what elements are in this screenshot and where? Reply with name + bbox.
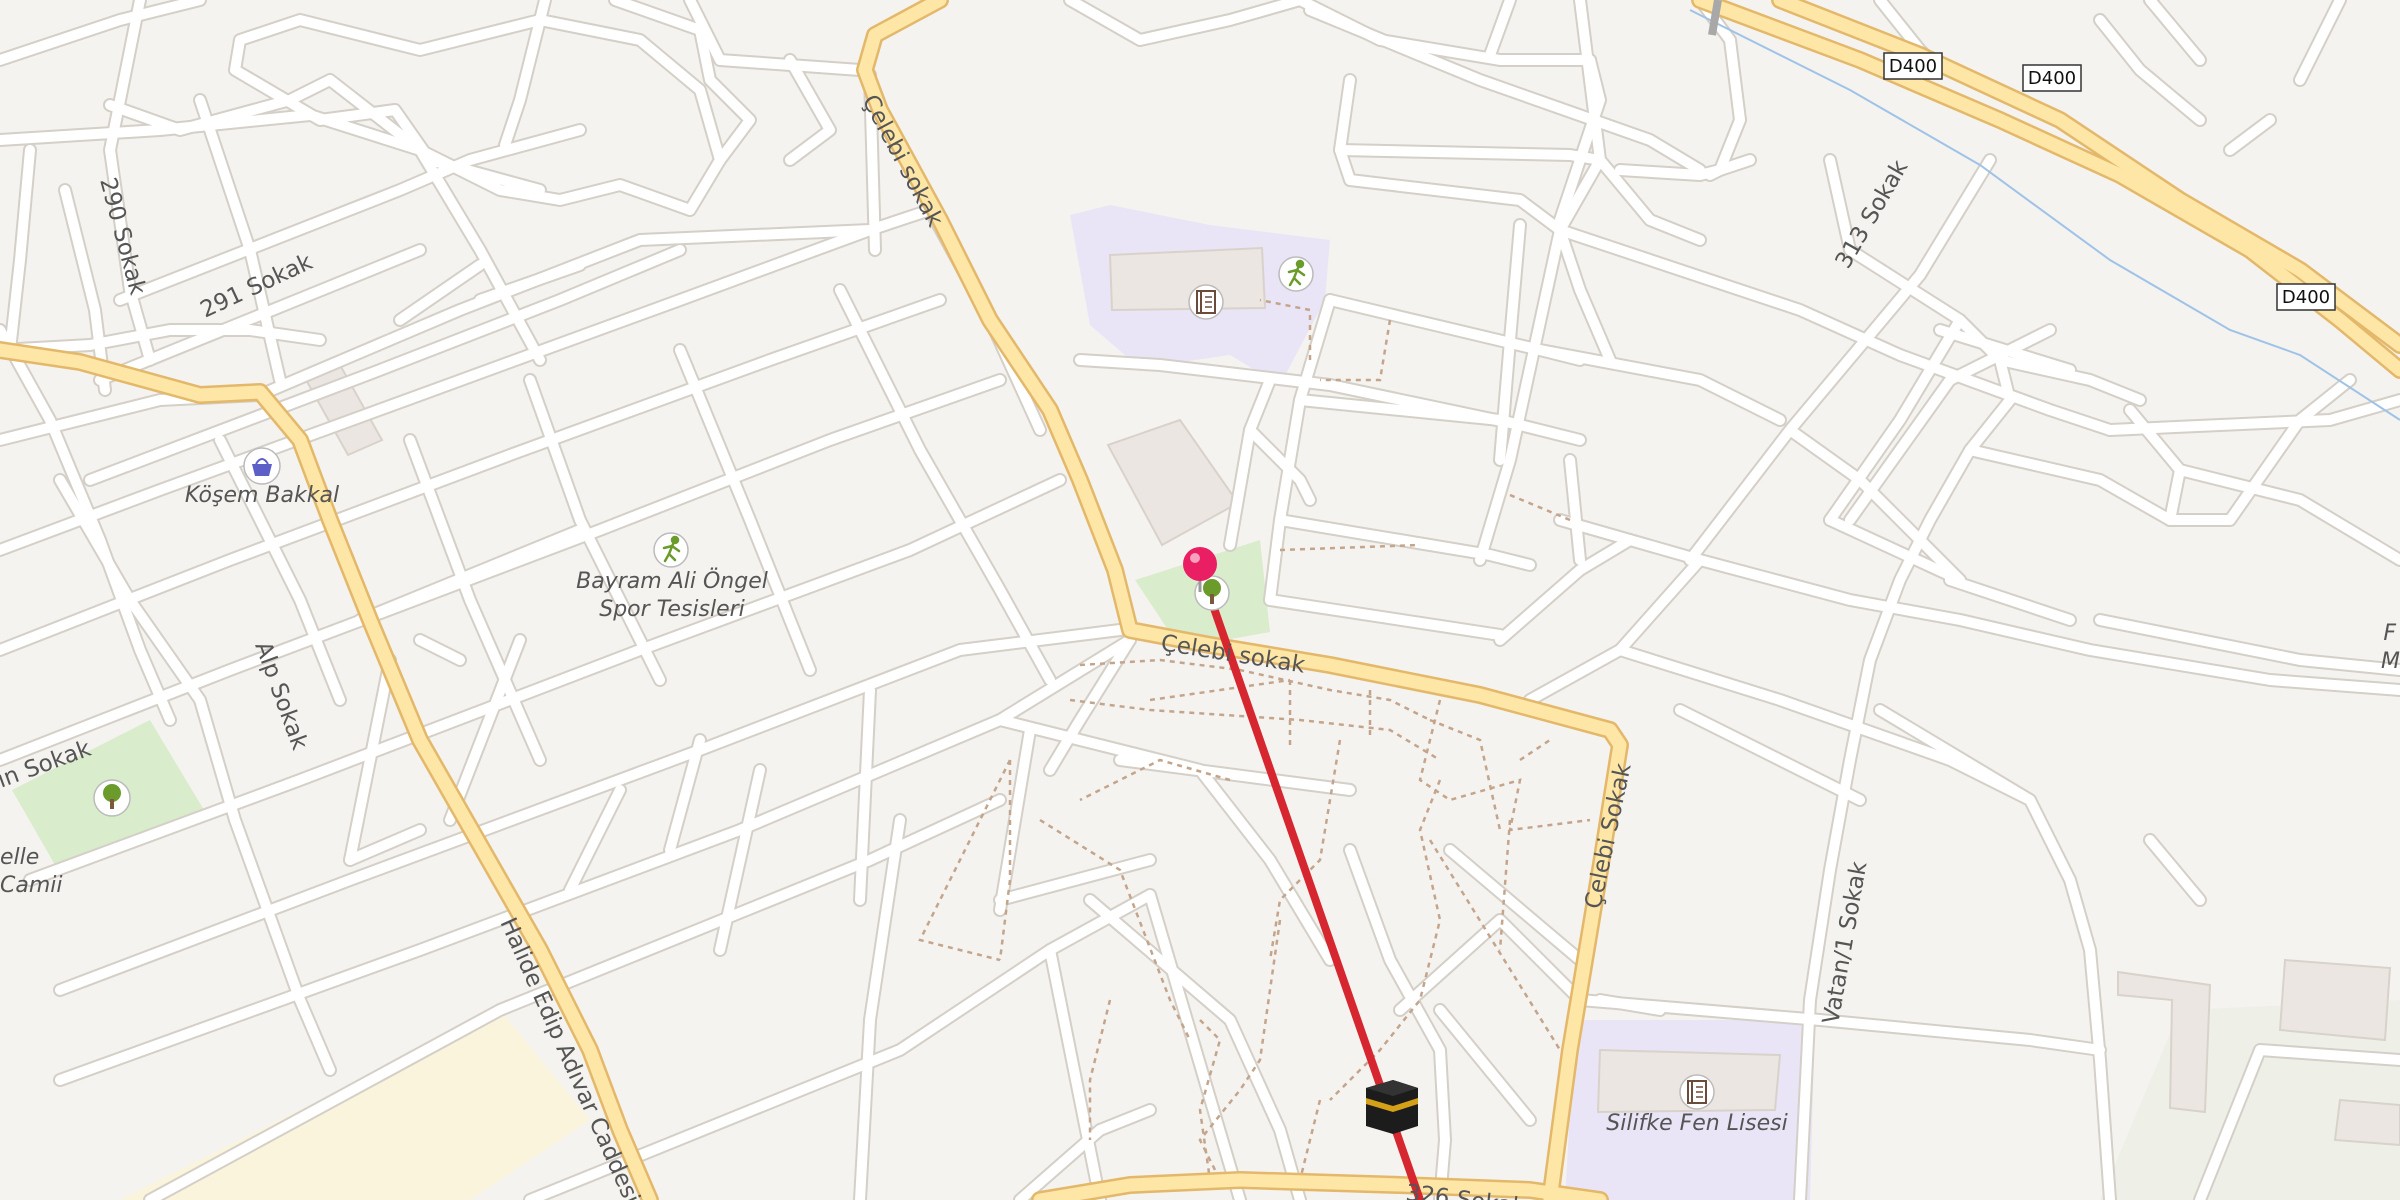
poi-park-2[interactable] bbox=[93, 779, 131, 817]
poi-shop[interactable] bbox=[243, 447, 281, 485]
map-canvas[interactable]: Çelebi sokak Çelebi sokak Çelebi Sokak 2… bbox=[0, 0, 2400, 1200]
d400-shield: D400 bbox=[2276, 283, 2336, 311]
poi-label-lise: Silifke Fen Lisesi bbox=[1606, 1111, 1787, 1136]
d400-shield: D400 bbox=[1883, 52, 1943, 80]
d400-shield: D400 bbox=[2022, 64, 2082, 92]
building bbox=[2278, 958, 2392, 1042]
poi-label-edge-1: F bbox=[2383, 621, 2396, 646]
building bbox=[2333, 1098, 2400, 1147]
map-pin-icon bbox=[1183, 547, 1217, 581]
poi-sport-1[interactable] bbox=[1278, 256, 1314, 292]
poi-school-1[interactable] bbox=[1188, 284, 1224, 320]
d400-shield-label: D400 bbox=[2282, 287, 2330, 308]
poi-label-camii-1: elle bbox=[0, 845, 39, 870]
poi-sport-2[interactable] bbox=[653, 532, 689, 568]
kaaba-icon bbox=[1366, 1080, 1418, 1134]
poi-mosque[interactable] bbox=[1366, 1080, 1418, 1134]
poi-label-bakkal: Köşem Bakkal bbox=[185, 483, 339, 508]
poi-label-spor-1: Bayram Ali Öngel bbox=[576, 568, 768, 594]
d400-shield-label: D400 bbox=[1889, 56, 1937, 77]
poi-label-camii-2: Camii bbox=[0, 873, 63, 898]
poi-label-spor-2: Spor Tesisleri bbox=[599, 597, 745, 622]
poi-label-edge-2: M bbox=[2381, 649, 2400, 674]
poi-school-2[interactable] bbox=[1679, 1074, 1715, 1110]
building bbox=[1108, 246, 1267, 312]
d400-shield-label: D400 bbox=[2028, 68, 2076, 89]
minor-road bbox=[1615, 165, 1725, 180]
